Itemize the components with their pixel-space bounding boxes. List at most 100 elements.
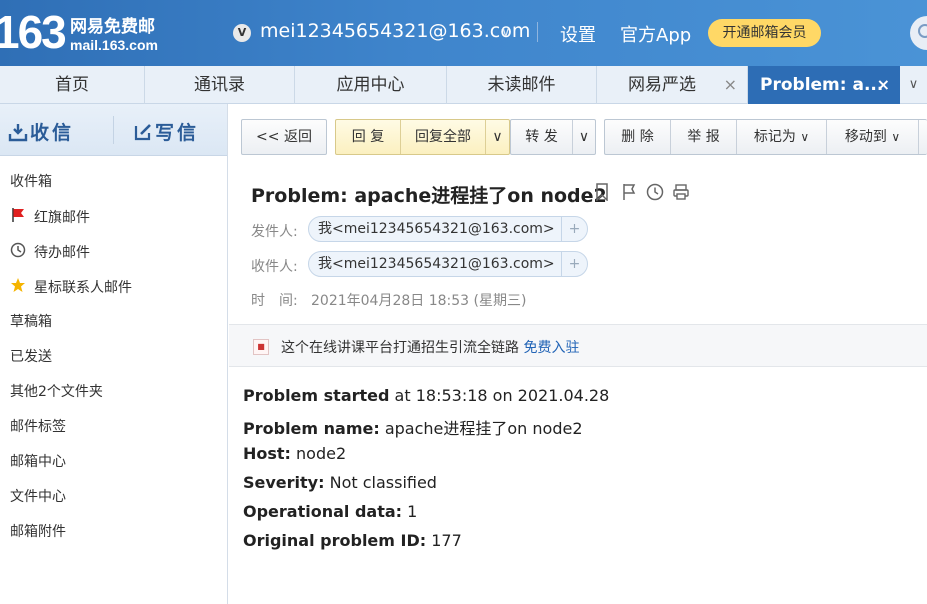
- tab-label: Problem: a...: [760, 75, 884, 95]
- sidebar-item-label: 其他2个文件夹: [10, 384, 103, 400]
- logo-title[interactable]: 网易免费邮: [70, 12, 155, 37]
- forward-button-group: 转 发 ∨: [510, 119, 596, 155]
- settings-link[interactable]: 设置: [560, 21, 596, 47]
- bookmark-icon[interactable]: [594, 183, 610, 205]
- write-label: 写信: [155, 122, 200, 144]
- chevron-down-icon: ∨: [492, 129, 503, 145]
- from-address[interactable]: 我<mei12345654321@163.com> +: [308, 216, 588, 242]
- sidebar-item-starred[interactable]: 星标联系人邮件: [10, 277, 132, 297]
- mail-subject: Problem: apache进程挂了on node2: [251, 185, 607, 207]
- tab-home[interactable]: 首页: [0, 66, 145, 104]
- sidebar-item-file-center[interactable]: 文件中心: [10, 487, 66, 507]
- ad-link[interactable]: 免费入驻: [523, 340, 579, 356]
- delete-button[interactable]: 删 除: [605, 120, 671, 154]
- body-line: Host: node2: [243, 444, 347, 463]
- ad-logo-icon: ■: [253, 339, 269, 355]
- tab-label: 应用中心: [336, 75, 405, 95]
- mail-action-group: 删 除 举 报 标记为 ∨ 移动到 ∨: [604, 119, 927, 155]
- clock-icon: [10, 242, 28, 264]
- tab-label: 网易严选: [628, 75, 696, 95]
- forward-dropdown[interactable]: ∨: [573, 120, 595, 154]
- receive-button[interactable]: 收信: [8, 118, 74, 145]
- chevron-down-icon: ∨: [800, 130, 810, 144]
- search-icon: [918, 24, 927, 38]
- sidebar-item-sent[interactable]: 已发送: [10, 347, 52, 367]
- time-label: 时 间:: [251, 293, 298, 309]
- print-icon[interactable]: [672, 183, 690, 205]
- compose-row: 收信 写信: [0, 104, 227, 156]
- tab-label: 未读邮件: [487, 75, 556, 95]
- to-label: 收件人:: [251, 259, 298, 275]
- sidebar-item-attachments[interactable]: 邮箱附件: [10, 522, 66, 542]
- tab-label: 通讯录: [194, 75, 245, 95]
- tab-label: 首页: [55, 75, 89, 95]
- ad-banner: ■ 这个在线讲课平台打通招生引流全链路 免费入驻: [229, 324, 927, 367]
- sidebar: 收信 写信 收件箱 红旗邮件 待办邮件 星标联系人邮件 草稿箱 已发送 其他2个…: [0, 104, 228, 604]
- back-button[interactable]: << 返回: [241, 119, 327, 155]
- tab-bar: 首页 通讯录 应用中心 未读邮件 网易严选 × Problem: a... × …: [0, 66, 927, 104]
- account-name[interactable]: mei12345654321@163.com: [260, 20, 530, 42]
- sidebar-item-inbox[interactable]: 收件箱: [10, 172, 52, 192]
- add-contact-icon[interactable]: +: [561, 252, 587, 276]
- reply-button[interactable]: 回 复: [336, 120, 401, 154]
- mark-as-button[interactable]: 标记为 ∨: [737, 120, 827, 154]
- star-icon: [10, 277, 28, 299]
- tab-problem-mail[interactable]: Problem: a... ×: [748, 66, 900, 104]
- sidebar-item-label: 待办邮件: [34, 245, 90, 261]
- to-value: 我<mei12345654321@163.com>: [318, 256, 555, 272]
- write-icon: [134, 124, 151, 141]
- close-icon[interactable]: ×: [877, 66, 890, 104]
- tab-yanxuan[interactable]: 网易严选 ×: [597, 66, 748, 104]
- from-value: 我<mei12345654321@163.com>: [318, 221, 555, 237]
- sidebar-item-label: 收件箱: [10, 174, 52, 190]
- reply-all-button[interactable]: 回复全部: [401, 120, 486, 154]
- sidebar-item-label: 文件中心: [10, 489, 66, 505]
- chevron-down-icon: ∨: [578, 129, 590, 145]
- add-contact-icon[interactable]: +: [561, 217, 587, 241]
- forward-button[interactable]: 转 发: [511, 120, 573, 154]
- receive-icon: [8, 124, 28, 142]
- sidebar-item-label: 邮箱中心: [10, 454, 66, 470]
- sidebar-item-red-flag[interactable]: 红旗邮件: [10, 207, 90, 227]
- sidebar-item-label: 邮箱附件: [10, 524, 66, 540]
- vip-badge-icon[interactable]: V: [233, 24, 251, 42]
- chevron-down-icon[interactable]: ∨: [501, 25, 511, 40]
- body-line: Problem started at 18:53:18 on 2021.04.2…: [243, 386, 610, 405]
- sidebar-item-mail-center[interactable]: 邮箱中心: [10, 452, 66, 472]
- tab-contacts[interactable]: 通讯录: [145, 66, 295, 104]
- move-to-button[interactable]: 移动到 ∨: [827, 120, 919, 154]
- logo-number[interactable]: 163: [0, 8, 67, 56]
- tab-unread[interactable]: 未读邮件: [447, 66, 597, 104]
- clock-icon[interactable]: [646, 183, 664, 205]
- ad-message: 这个在线讲课平台打通招生引流全链路: [281, 340, 519, 356]
- tab-app-center[interactable]: 应用中心: [295, 66, 447, 104]
- body-line: Severity: Not classified: [243, 473, 437, 492]
- official-app-link[interactable]: 官方App: [620, 21, 691, 47]
- report-button[interactable]: 举 报: [671, 120, 737, 154]
- close-icon[interactable]: ×: [724, 66, 737, 104]
- sidebar-item-label: 邮件标签: [10, 419, 66, 435]
- reply-button-group: 回 复 回复全部 ∨: [335, 119, 510, 155]
- logo-domain[interactable]: mail.163.com: [70, 37, 158, 53]
- search-button[interactable]: [910, 16, 927, 50]
- chevron-down-icon: ∨: [891, 130, 901, 144]
- receive-label: 收信: [30, 122, 75, 144]
- body-line: Original problem ID: 177: [243, 531, 462, 550]
- flag-icon[interactable]: [621, 183, 637, 205]
- move-to-label: 移动到: [844, 129, 887, 145]
- header-divider: [537, 22, 538, 42]
- sidebar-item-drafts[interactable]: 草稿箱: [10, 312, 52, 332]
- from-label: 发件人:: [251, 224, 298, 240]
- open-membership-button[interactable]: 开通邮箱会员: [708, 19, 821, 47]
- reply-dropdown[interactable]: ∨: [486, 120, 509, 154]
- compose-divider: [113, 116, 114, 144]
- sidebar-item-other-folders[interactable]: 其他2个文件夹: [10, 382, 103, 402]
- sidebar-item-todo[interactable]: 待办邮件: [10, 242, 90, 262]
- red-flag-icon: [10, 207, 28, 229]
- chevron-down-icon[interactable]: ∨: [900, 66, 927, 104]
- top-header: 163 网易免费邮 mail.163.com V mei12345654321@…: [0, 0, 927, 66]
- write-button[interactable]: 写信: [133, 118, 199, 145]
- sidebar-item-tags[interactable]: 邮件标签: [10, 417, 66, 437]
- body-line: Operational data: 1: [243, 502, 418, 521]
- to-address[interactable]: 我<mei12345654321@163.com> +: [308, 251, 588, 277]
